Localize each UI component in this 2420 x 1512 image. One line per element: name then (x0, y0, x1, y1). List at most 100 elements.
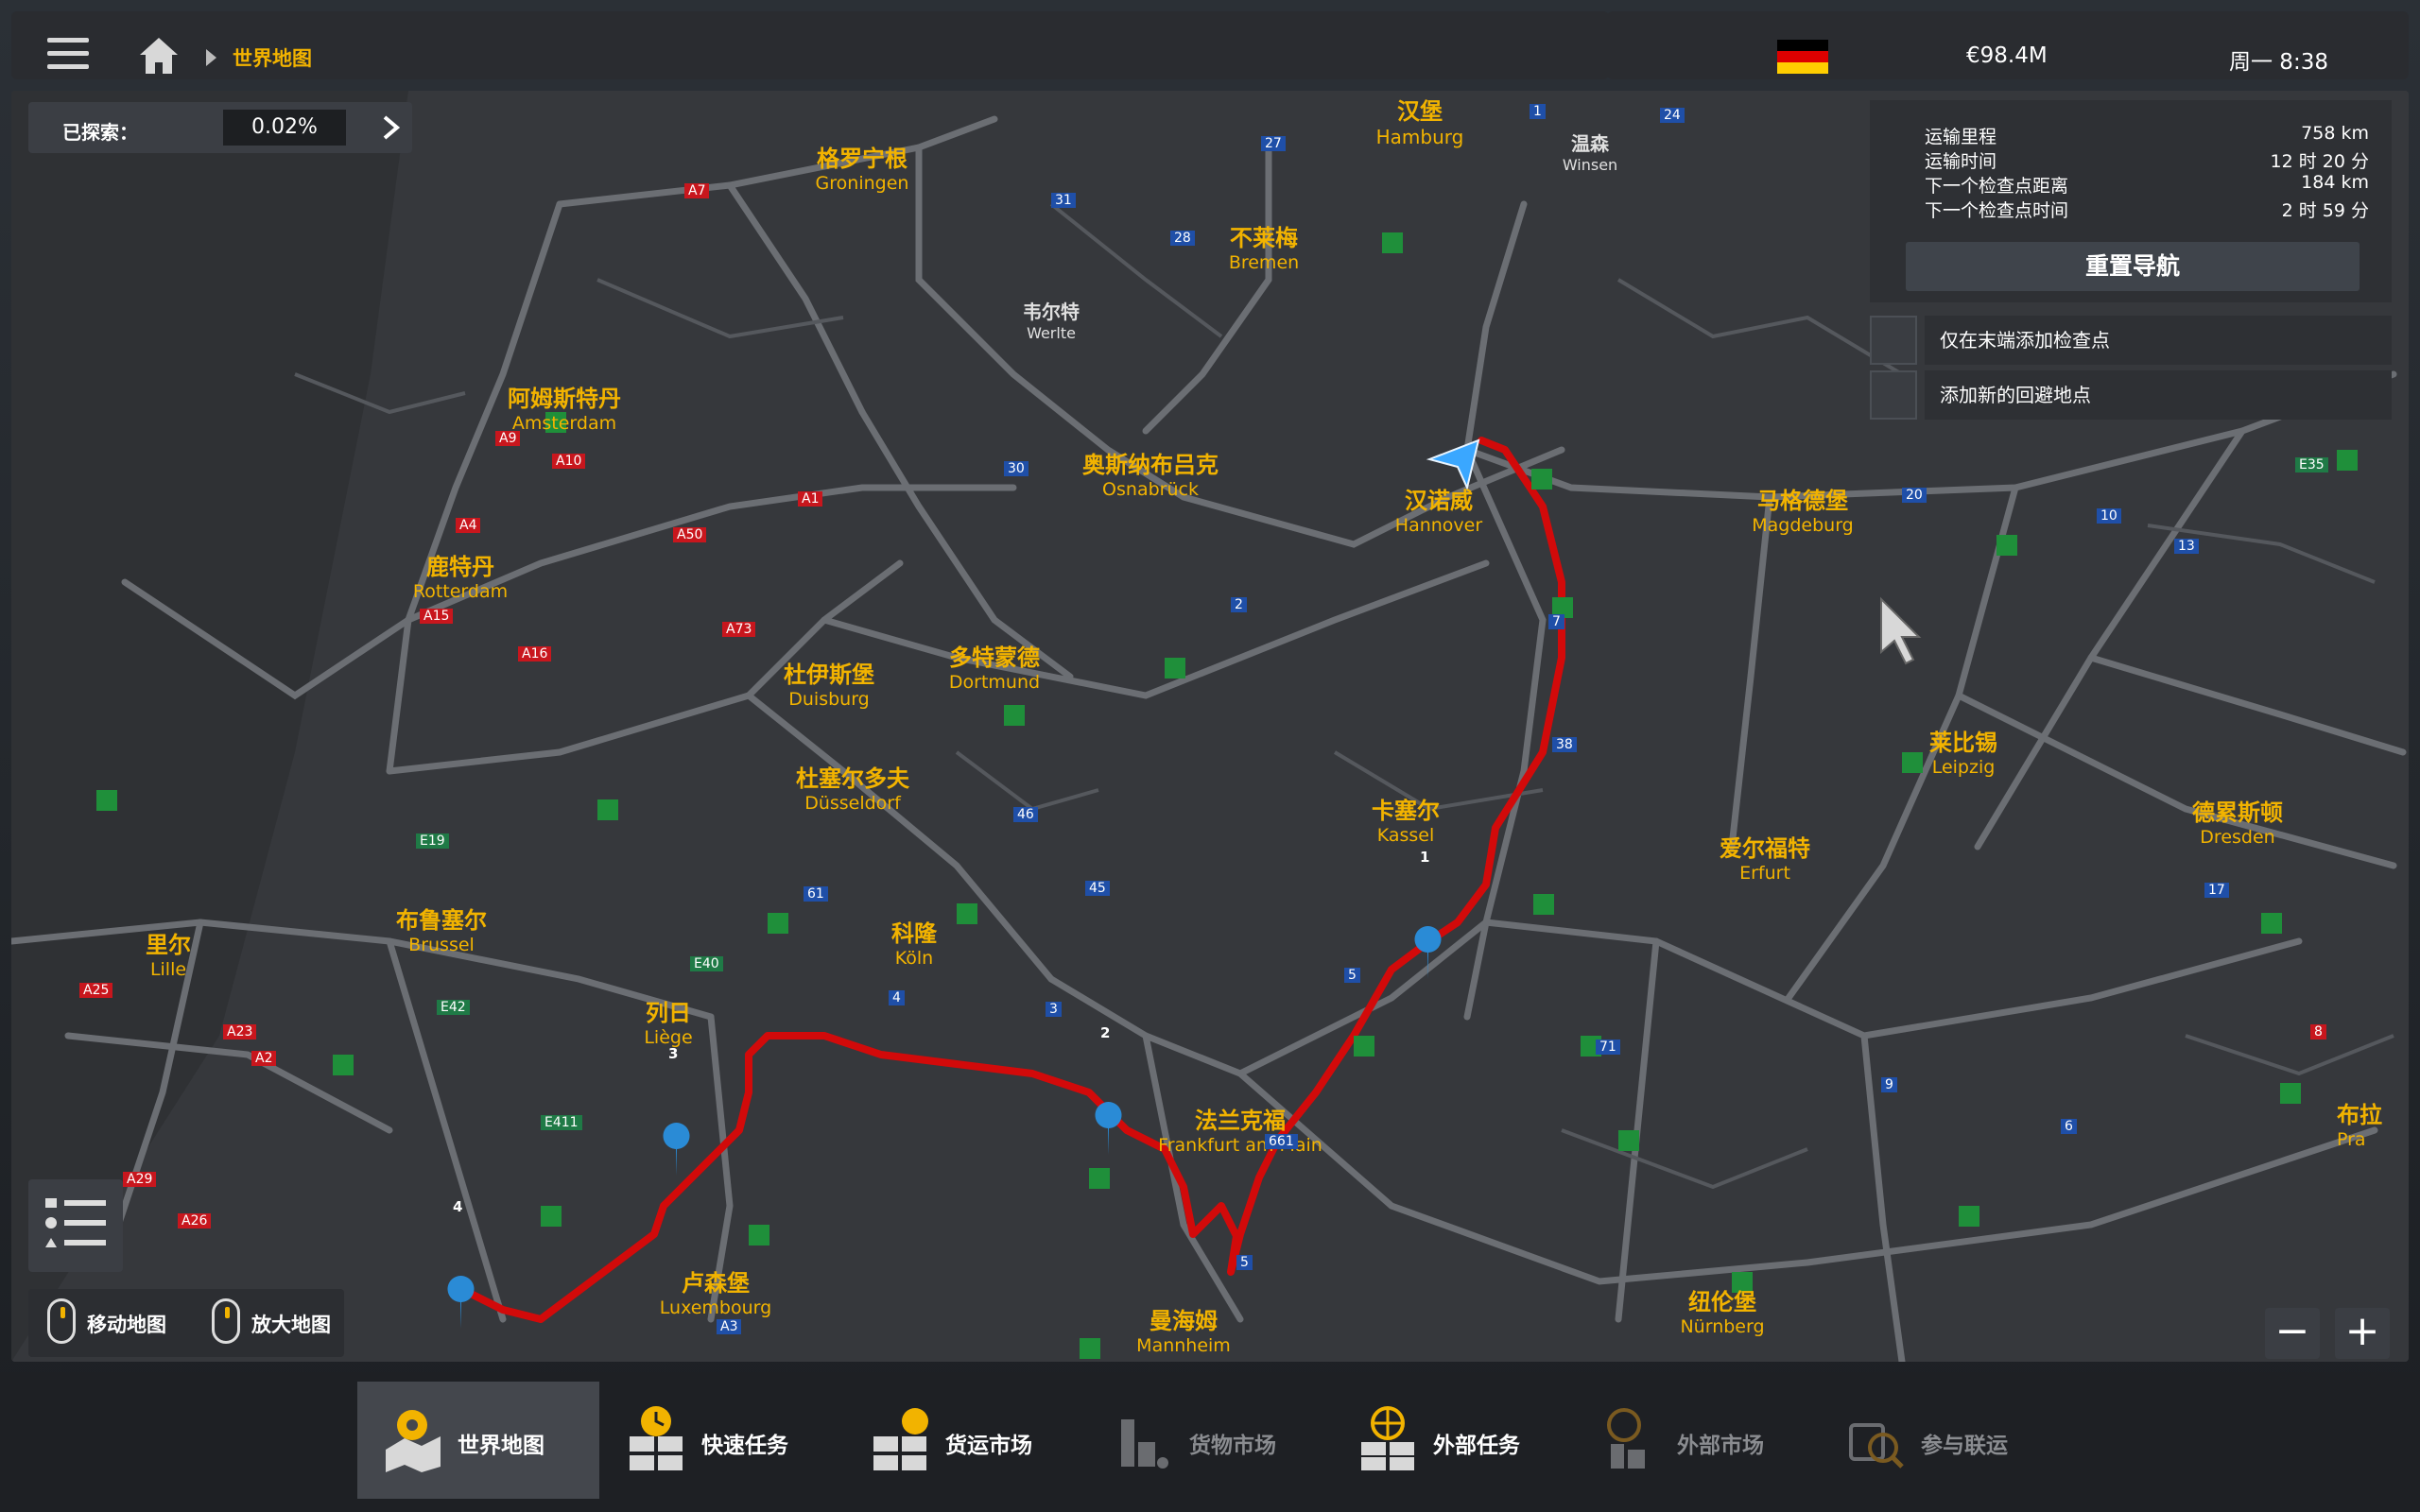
city-kassel[interactable]: 卡塞尔 Kassel (1344, 792, 1467, 846)
city-name: 鹿特丹 (426, 554, 494, 580)
city-liege[interactable]: 列日 Liège (616, 994, 720, 1048)
explored-value: 0.02% (223, 110, 346, 146)
city-name-en: Erfurt (1739, 863, 1790, 884)
zoom-in-button[interactable]: + (2335, 1308, 2390, 1359)
home-icon[interactable] (138, 36, 180, 76)
road-shield: A9 (495, 431, 521, 446)
city-name-en: Nürnberg (1680, 1316, 1765, 1337)
city-frankfurt[interactable]: 法兰克福 Frankfurt am Main (1127, 1102, 1354, 1156)
road-shield: 4 (889, 990, 905, 1005)
nav-convoy[interactable]: 参与联运 (1821, 1382, 2063, 1499)
mouse-left-icon (47, 1298, 76, 1344)
nav-world-map[interactable]: 世界地图 (357, 1382, 599, 1499)
road-shield: 71 (1596, 1040, 1620, 1055)
city-leipzig[interactable]: 莱比锡 Leipzig (1902, 724, 2025, 778)
waypoint-number: 2 (1100, 1024, 1111, 1041)
map-legend-button[interactable] (28, 1179, 123, 1272)
city-koln[interactable]: 科隆 Köln (862, 915, 966, 969)
road-shield: 6 (2061, 1119, 2077, 1134)
city-name-en: Leipzig (1931, 757, 1996, 778)
city-lille[interactable]: 里尔 Lille (121, 926, 216, 980)
city-name: 不莱梅 (1230, 225, 1298, 251)
freight-market-icon (873, 1408, 928, 1470)
city-praha[interactable]: 布拉 Pra (2337, 1096, 2403, 1150)
route-time-value: 12 时 20 分 (2270, 151, 2369, 172)
city-hamburg[interactable]: 汉堡 Hamburg (1354, 93, 1486, 148)
city-name: 莱比锡 (1929, 730, 1997, 756)
reset-navigation-button[interactable]: 重置导航 (1906, 242, 2360, 291)
nav-cargo-market[interactable]: 货物市场 (1089, 1382, 1331, 1499)
road-shield: A2 (251, 1051, 277, 1066)
road-shield: A23 (223, 1024, 257, 1040)
route-distance-row: 运输里程 758 km (1925, 123, 2369, 148)
city-bremen[interactable]: 不莱梅 Bremen (1202, 219, 1325, 273)
city-dresden[interactable]: 德累斯顿 Dresden (2157, 794, 2318, 848)
mouse-wheel-icon (212, 1298, 240, 1344)
road-shield: A26 (178, 1213, 212, 1228)
zoom-out-button[interactable]: − (2265, 1308, 2320, 1359)
status-bar: €98.4M 周一 8:38 (1607, 11, 2409, 79)
city-name-en: Winsen (1562, 156, 1618, 174)
city-brussel[interactable]: 布鲁塞尔 Brussel (361, 902, 522, 955)
city-name: 纽伦堡 (1688, 1289, 1756, 1315)
chevron-right-icon[interactable] (380, 115, 403, 140)
city-name: 法兰克福 (1195, 1108, 1286, 1134)
city-magdeburg[interactable]: 马格德堡 Magdeburg (1722, 482, 1883, 536)
next-checkpoint-time-value: 2 时 59 分 (2281, 200, 2369, 221)
city-name: 杜伊斯堡 (784, 662, 874, 688)
nav-external-jobs[interactable]: 外部任务 (1333, 1382, 1575, 1499)
nav-quick-job[interactable]: 快速任务 (601, 1382, 843, 1499)
option-new-waypoint[interactable]: 添加新的回避地点 (1870, 370, 2392, 420)
game-clock: 周一 8:38 (2229, 50, 2328, 75)
route-info-panel: 运输里程 758 km 运输时间 12 时 20 分 下一个检查点距离 184 … (1870, 100, 2392, 302)
road-shield: A50 (673, 527, 707, 542)
city-hannover[interactable]: 汉诺威 Hannover (1373, 482, 1505, 536)
option-end-checkpoint[interactable]: 仅在末端添加检查点 (1870, 316, 2392, 365)
end-checkpoint-label: 仅在末端添加检查点 (1925, 316, 2392, 365)
bottom-navigation: 世界地图 快速任务 货运市场 货物市场 外部任务 外部市场 参与联运 (0, 1372, 2420, 1512)
end-checkpoint-checkbox[interactable] (1870, 316, 1917, 365)
city-name-en: Rotterdam (412, 581, 509, 602)
new-waypoint-checkbox[interactable] (1870, 370, 1917, 420)
nav-freight-market[interactable]: 货运市场 (845, 1382, 1087, 1499)
city-duisburg[interactable]: 杜伊斯堡 Duisburg (758, 656, 900, 710)
city-erfurt[interactable]: 爱尔福特 Erfurt (1694, 830, 1836, 884)
city-dortmund[interactable]: 多特蒙德 Dortmund (919, 639, 1070, 693)
city-name: 布鲁塞尔 (396, 907, 487, 934)
nav-label: 快速任务 (701, 1434, 788, 1458)
road-shield: 3 (1046, 1002, 1062, 1017)
country-flag-icon (1777, 40, 1828, 74)
city-name: 科隆 (891, 920, 937, 947)
legend-icon (45, 1198, 106, 1247)
city-dusseldorf[interactable]: 杜塞尔多夫 Düsseldorf (768, 760, 938, 814)
city-osnabruck[interactable]: 奥斯纳布吕克 Osnabrück (1051, 446, 1250, 500)
road-shield: 38 (1552, 737, 1577, 752)
road-shield: 5 (1344, 968, 1360, 983)
road-shield: A4 (456, 518, 481, 533)
road-shield: E42 (437, 1000, 470, 1015)
external-jobs-icon (1361, 1406, 1414, 1470)
road-shield: 61 (804, 886, 828, 902)
next-checkpoint-distance-row: 下一个检查点距离 184 km (1925, 172, 2369, 198)
city-name-en: Düsseldorf (804, 793, 901, 814)
city-amsterdam[interactable]: 阿姆斯特丹 Amsterdam (475, 380, 654, 434)
city-mannheim[interactable]: 曼海姆 Mannheim (1117, 1302, 1250, 1356)
city-groningen[interactable]: 格罗宁根 Groningen (786, 140, 938, 194)
city-winsen[interactable]: 温森 Winsen (1543, 129, 1637, 174)
road-shield: 28 (1170, 231, 1195, 246)
waypoint-number: 3 (668, 1045, 679, 1062)
road-shield: 17 (2204, 883, 2229, 898)
road-shield: 661 (1265, 1134, 1298, 1149)
city-name: 卢森堡 (682, 1270, 750, 1297)
convoy-icon (1849, 1423, 1904, 1469)
city-rotterdam[interactable]: 鹿特丹 Rotterdam (389, 548, 531, 602)
menu-icon[interactable] (47, 38, 89, 70)
explored-panel: 已探索： 0.02% (28, 102, 412, 153)
road-shield: E40 (690, 956, 723, 971)
road-shield: A29 (123, 1172, 157, 1187)
city-nurnberg[interactable]: 纽伦堡 Nürnberg (1656, 1283, 1789, 1337)
road-shield: 46 (1013, 807, 1038, 822)
city-werlte[interactable]: 韦尔特 Werlte (1004, 297, 1098, 342)
city-luxembourg[interactable]: 卢森堡 Luxembourg (645, 1264, 786, 1318)
nav-external-market[interactable]: 外部市场 (1577, 1382, 1819, 1499)
